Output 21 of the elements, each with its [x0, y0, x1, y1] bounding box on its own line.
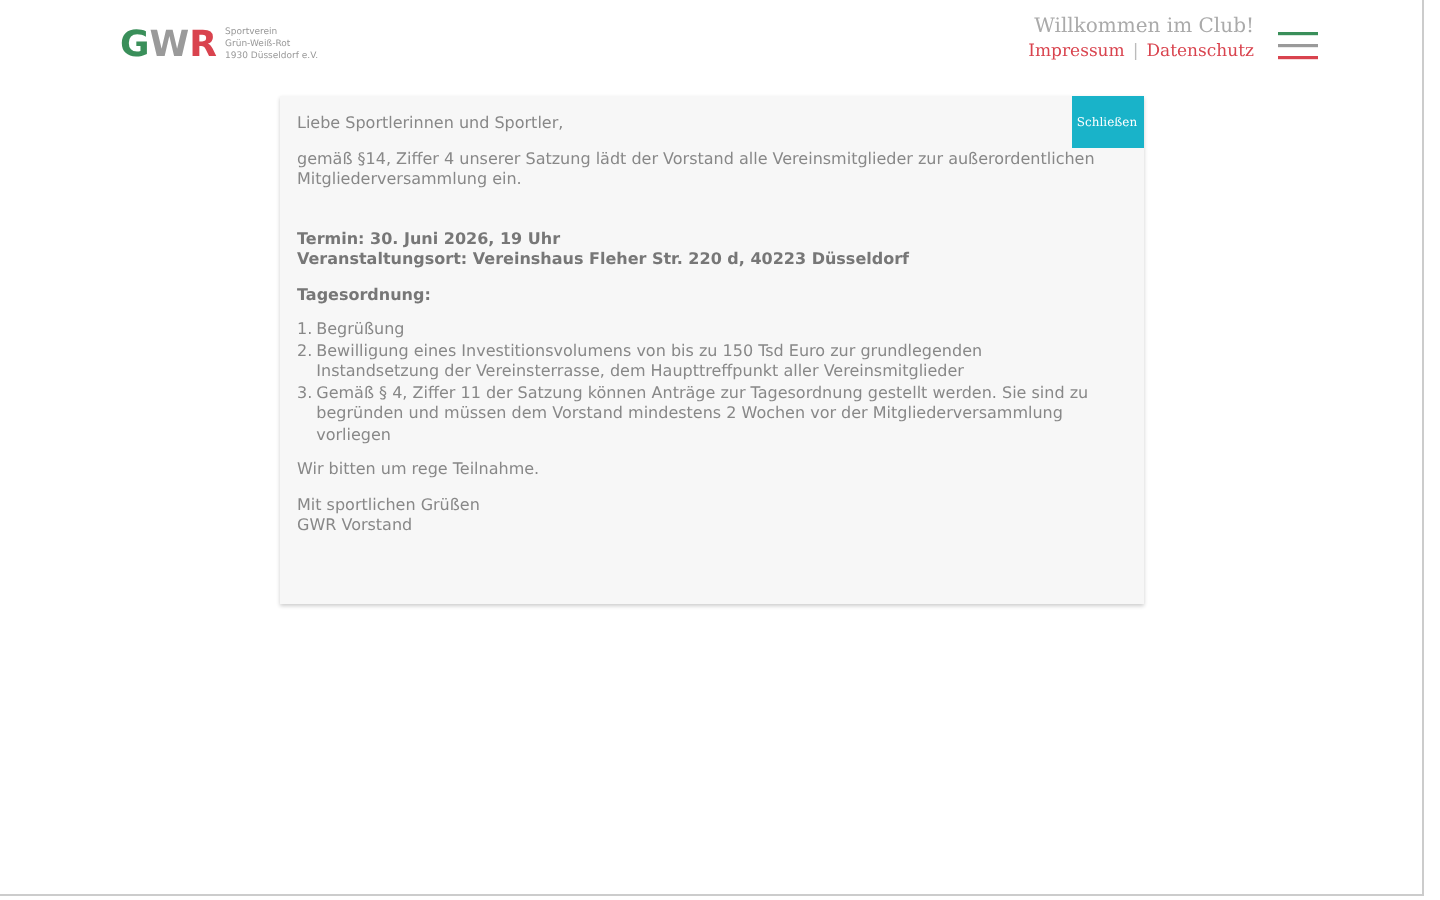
- agenda-item: Bewilligung eines Investitionsvolumens von bis zu 150 Tsd Euro zur grundlegenden Instandsetzung der Vereinsterrasse, dem Haupttreffpunkt aller Vereinsmitglieder: [316, 341, 985, 383]
- request-text: Wir bitten um rege Teilnahme.: [297, 460, 542, 481]
- agenda-item: Gemäß § 4, Ziffer 11 der Satzung können Anträge zur Tagesordnung gestellt werden. Sie sind zu begründen und müssen dem Vorstand mindestens 2 Wochen vor der Mitgliederversammlung vorliegen: [316, 383, 1091, 446]
- link-separator: |: [1132, 42, 1139, 62]
- logo-letter: G: [120, 24, 150, 68]
- item-number: 1.: [297, 320, 313, 341]
- privacy-link[interactable]: Datenschutz: [1146, 42, 1254, 62]
- closing-text: GWR Vorstand: [297, 516, 415, 537]
- logo-letter: R: [189, 24, 218, 68]
- welcome-text: Willkommen im Club!: [1034, 16, 1254, 38]
- agenda-item: Begrüßung: [316, 320, 405, 341]
- closing-text: Mit sportlichen Grüßen: [297, 495, 482, 516]
- menu-icon[interactable]: [1278, 32, 1318, 60]
- impressum-link[interactable]: Impressum: [1028, 42, 1125, 62]
- item-number: 2.: [297, 341, 313, 363]
- agenda-heading: Tagesordnung:: [297, 285, 433, 306]
- date-text: Termin: 30. Juni 2026, 19 Uhr: [297, 229, 563, 250]
- intro-text: gemäß §14, Ziffer 4 unserer Satzung lädt der Vorstand alle Vereinsmitglieder zur außerordentlichen Mitgliederversammlung ein.: [297, 149, 1097, 191]
- venue-text: Veranstaltungsort: Vereinshaus Fleher Str. 220 d, 40223 Düsseldorf: [297, 250, 912, 271]
- item-number: 3.: [297, 383, 313, 405]
- logo-letter: W: [149, 24, 190, 68]
